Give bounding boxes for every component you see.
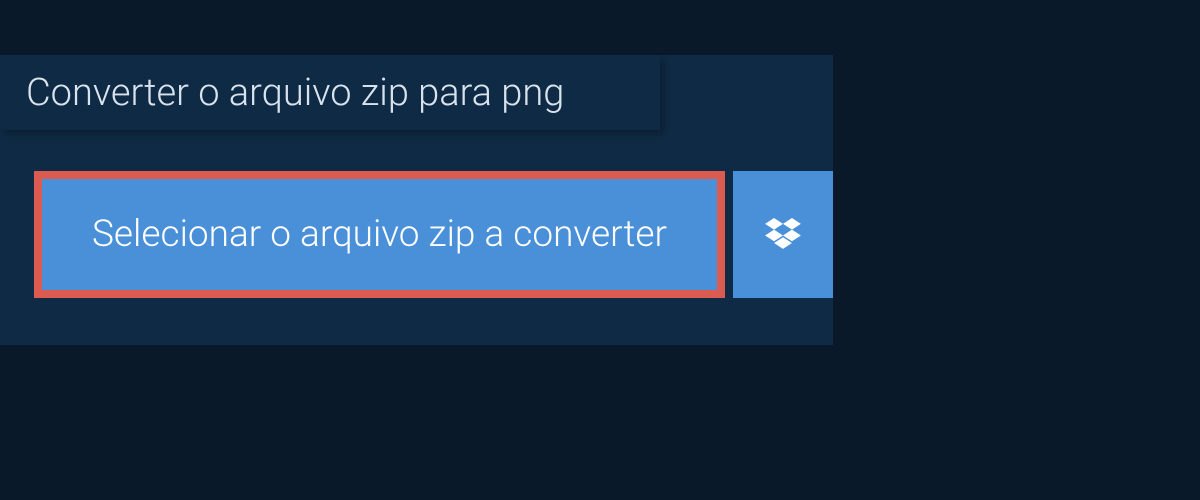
select-file-button[interactable]: Selecionar o arquivo zip a converter xyxy=(34,171,725,298)
select-file-button-label: Selecionar o arquivo zip a converter xyxy=(92,213,667,256)
page-title: Converter o arquivo zip para png xyxy=(26,71,564,115)
dropbox-icon xyxy=(765,218,801,252)
action-buttons-row: Selecionar o arquivo zip a converter xyxy=(34,171,833,298)
title-bar: Converter o arquivo zip para png xyxy=(0,55,660,130)
dropbox-button[interactable] xyxy=(733,171,833,298)
